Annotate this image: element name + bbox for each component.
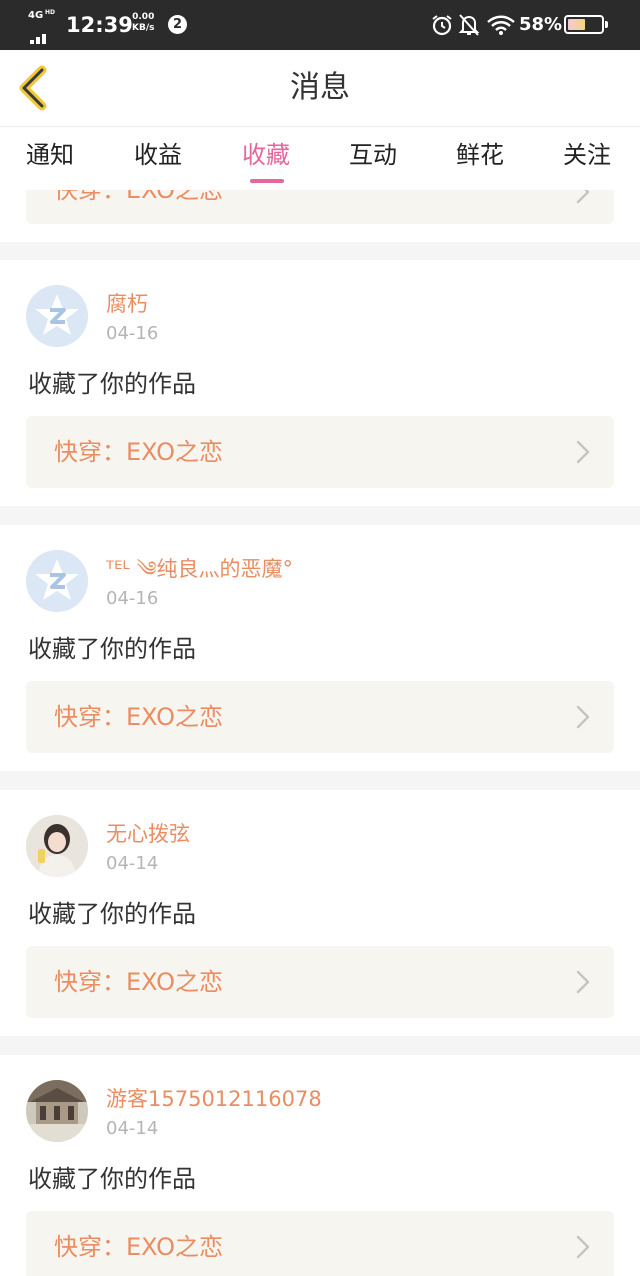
list-item: 无心拨弦 04-14 收藏了你的作品 快穿：EXO之恋 <box>0 790 640 1036</box>
list-item-partial: 快穿：EXO之恋 <box>0 190 640 242</box>
battery-level <box>568 19 585 30</box>
message-date: 04-14 <box>106 1118 159 1139</box>
user-photo-avatar[interactable] <box>26 815 88 877</box>
work-link[interactable]: 快穿：EXO之恋 <box>26 190 614 224</box>
work-link[interactable]: 快穿：EXO之恋 <box>26 946 614 1018</box>
default-avatar-icon[interactable] <box>26 550 88 612</box>
work-title: 快穿：EXO之恋 <box>54 190 223 204</box>
work-link[interactable]: 快穿：EXO之恋 <box>26 416 614 488</box>
message-date: 04-14 <box>106 853 159 874</box>
username[interactable]: 游客1575012116078 <box>106 1085 322 1113</box>
active-tab-indicator <box>250 179 284 183</box>
action-text: 收藏了你的作品 <box>28 900 196 928</box>
message-date: 04-16 <box>106 323 159 344</box>
list-item: 游客1575012116078 04-14 收藏了你的作品 快穿：EXO之恋 <box>0 1055 640 1276</box>
work-link[interactable]: 快穿：EXO之恋 <box>26 1211 614 1276</box>
work-title: 快穿：EXO之恋 <box>54 703 223 731</box>
alarm-icon <box>432 15 452 36</box>
wifi-icon <box>487 15 515 35</box>
tab-earnings[interactable]: 收益 <box>134 139 182 171</box>
tab-interactions[interactable]: 互动 <box>349 139 397 171</box>
signal-icon: 4G HD <box>28 9 58 44</box>
action-text: 收藏了你的作品 <box>28 635 196 663</box>
network-type: 4G <box>28 10 44 21</box>
network-speed-value: 0.00 <box>132 12 155 22</box>
work-title: 快穿：EXO之恋 <box>54 968 223 996</box>
username[interactable]: ᵀᴱᴸ ༄纯良灬的恶魔° <box>106 555 293 583</box>
username[interactable]: 腐朽 <box>106 290 148 318</box>
mute-bell-icon <box>458 14 480 36</box>
work-title: 快穿：EXO之恋 <box>54 1233 223 1261</box>
status-time: 12:39 <box>66 13 133 37</box>
chevron-right-icon <box>576 190 590 204</box>
work-link[interactable]: 快穿：EXO之恋 <box>26 681 614 753</box>
work-title: 快穿：EXO之恋 <box>54 438 223 466</box>
building-photo-avatar[interactable] <box>26 1080 88 1142</box>
battery-percent: 58% <box>519 14 563 35</box>
tab-following[interactable]: 关注 <box>563 139 611 171</box>
tab-bar: 通知 收益 收藏 互动 鲜花 关注 <box>0 126 640 190</box>
app-header: 消息 <box>0 50 640 126</box>
username[interactable]: 无心拨弦 <box>106 820 190 848</box>
chevron-right-icon <box>576 440 590 464</box>
default-avatar-icon[interactable] <box>26 285 88 347</box>
status-bar: 4G HD 12:39 0.00 KB/s 2 58% <box>0 0 640 50</box>
message-date: 04-16 <box>106 588 159 609</box>
chevron-right-icon <box>576 1235 590 1259</box>
tab-notifications[interactable]: 通知 <box>26 139 74 171</box>
chevron-right-icon <box>576 970 590 994</box>
action-text: 收藏了你的作品 <box>28 1165 196 1193</box>
network-speed-unit: KB/s <box>132 23 155 33</box>
list-item: 腐朽 04-16 收藏了你的作品 快穿：EXO之恋 <box>0 260 640 506</box>
page-title: 消息 <box>290 70 350 105</box>
action-text: 收藏了你的作品 <box>28 370 196 398</box>
network-hd: HD <box>45 9 56 16</box>
tab-favorites[interactable]: 收藏 <box>242 139 290 171</box>
tab-flowers[interactable]: 鲜花 <box>456 139 504 171</box>
list-item: ᵀᴱᴸ ༄纯良灬的恶魔° 04-16 收藏了你的作品 快穿：EXO之恋 <box>0 525 640 771</box>
notification-count-badge: 2 <box>168 15 187 34</box>
battery-icon <box>564 15 608 34</box>
chevron-right-icon <box>576 705 590 729</box>
message-list[interactable]: 快穿：EXO之恋 腐朽 04-16 收藏了你的作品 快穿：EXO之恋 ᵀᴱᴸ ༄… <box>0 190 640 1276</box>
network-speed: 0.00 KB/s <box>132 12 154 34</box>
